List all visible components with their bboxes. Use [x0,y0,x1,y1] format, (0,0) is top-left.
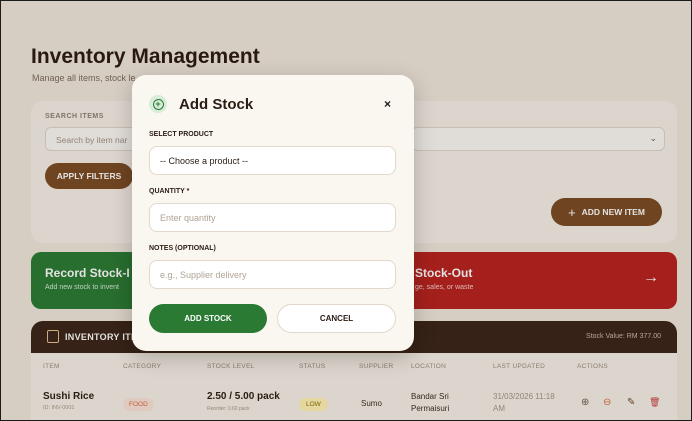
quantity-input[interactable]: Enter quantity [149,203,396,232]
product-select[interactable]: -- Choose a product -- [149,146,396,175]
app-frame: Inventory Management Manage all items, s… [0,0,692,421]
quantity-label: QUANTITY * [149,188,190,195]
select-product-label: SELECT PRODUCT [149,131,214,138]
notes-input[interactable]: e.g., Supplier delivery [149,260,396,289]
close-icon[interactable]: × [384,97,391,111]
notes-label: NOTES (OPTIONAL) [149,245,216,252]
add-circle-icon: + [149,95,167,113]
plus-icon: + [152,98,164,110]
modal-title: Add Stock [179,96,254,113]
add-stock-button[interactable]: ADD STOCK [149,304,267,333]
add-stock-modal: + Add Stock × SELECT PRODUCT -- Choose a… [132,75,414,351]
cancel-button[interactable]: CANCEL [277,304,396,333]
